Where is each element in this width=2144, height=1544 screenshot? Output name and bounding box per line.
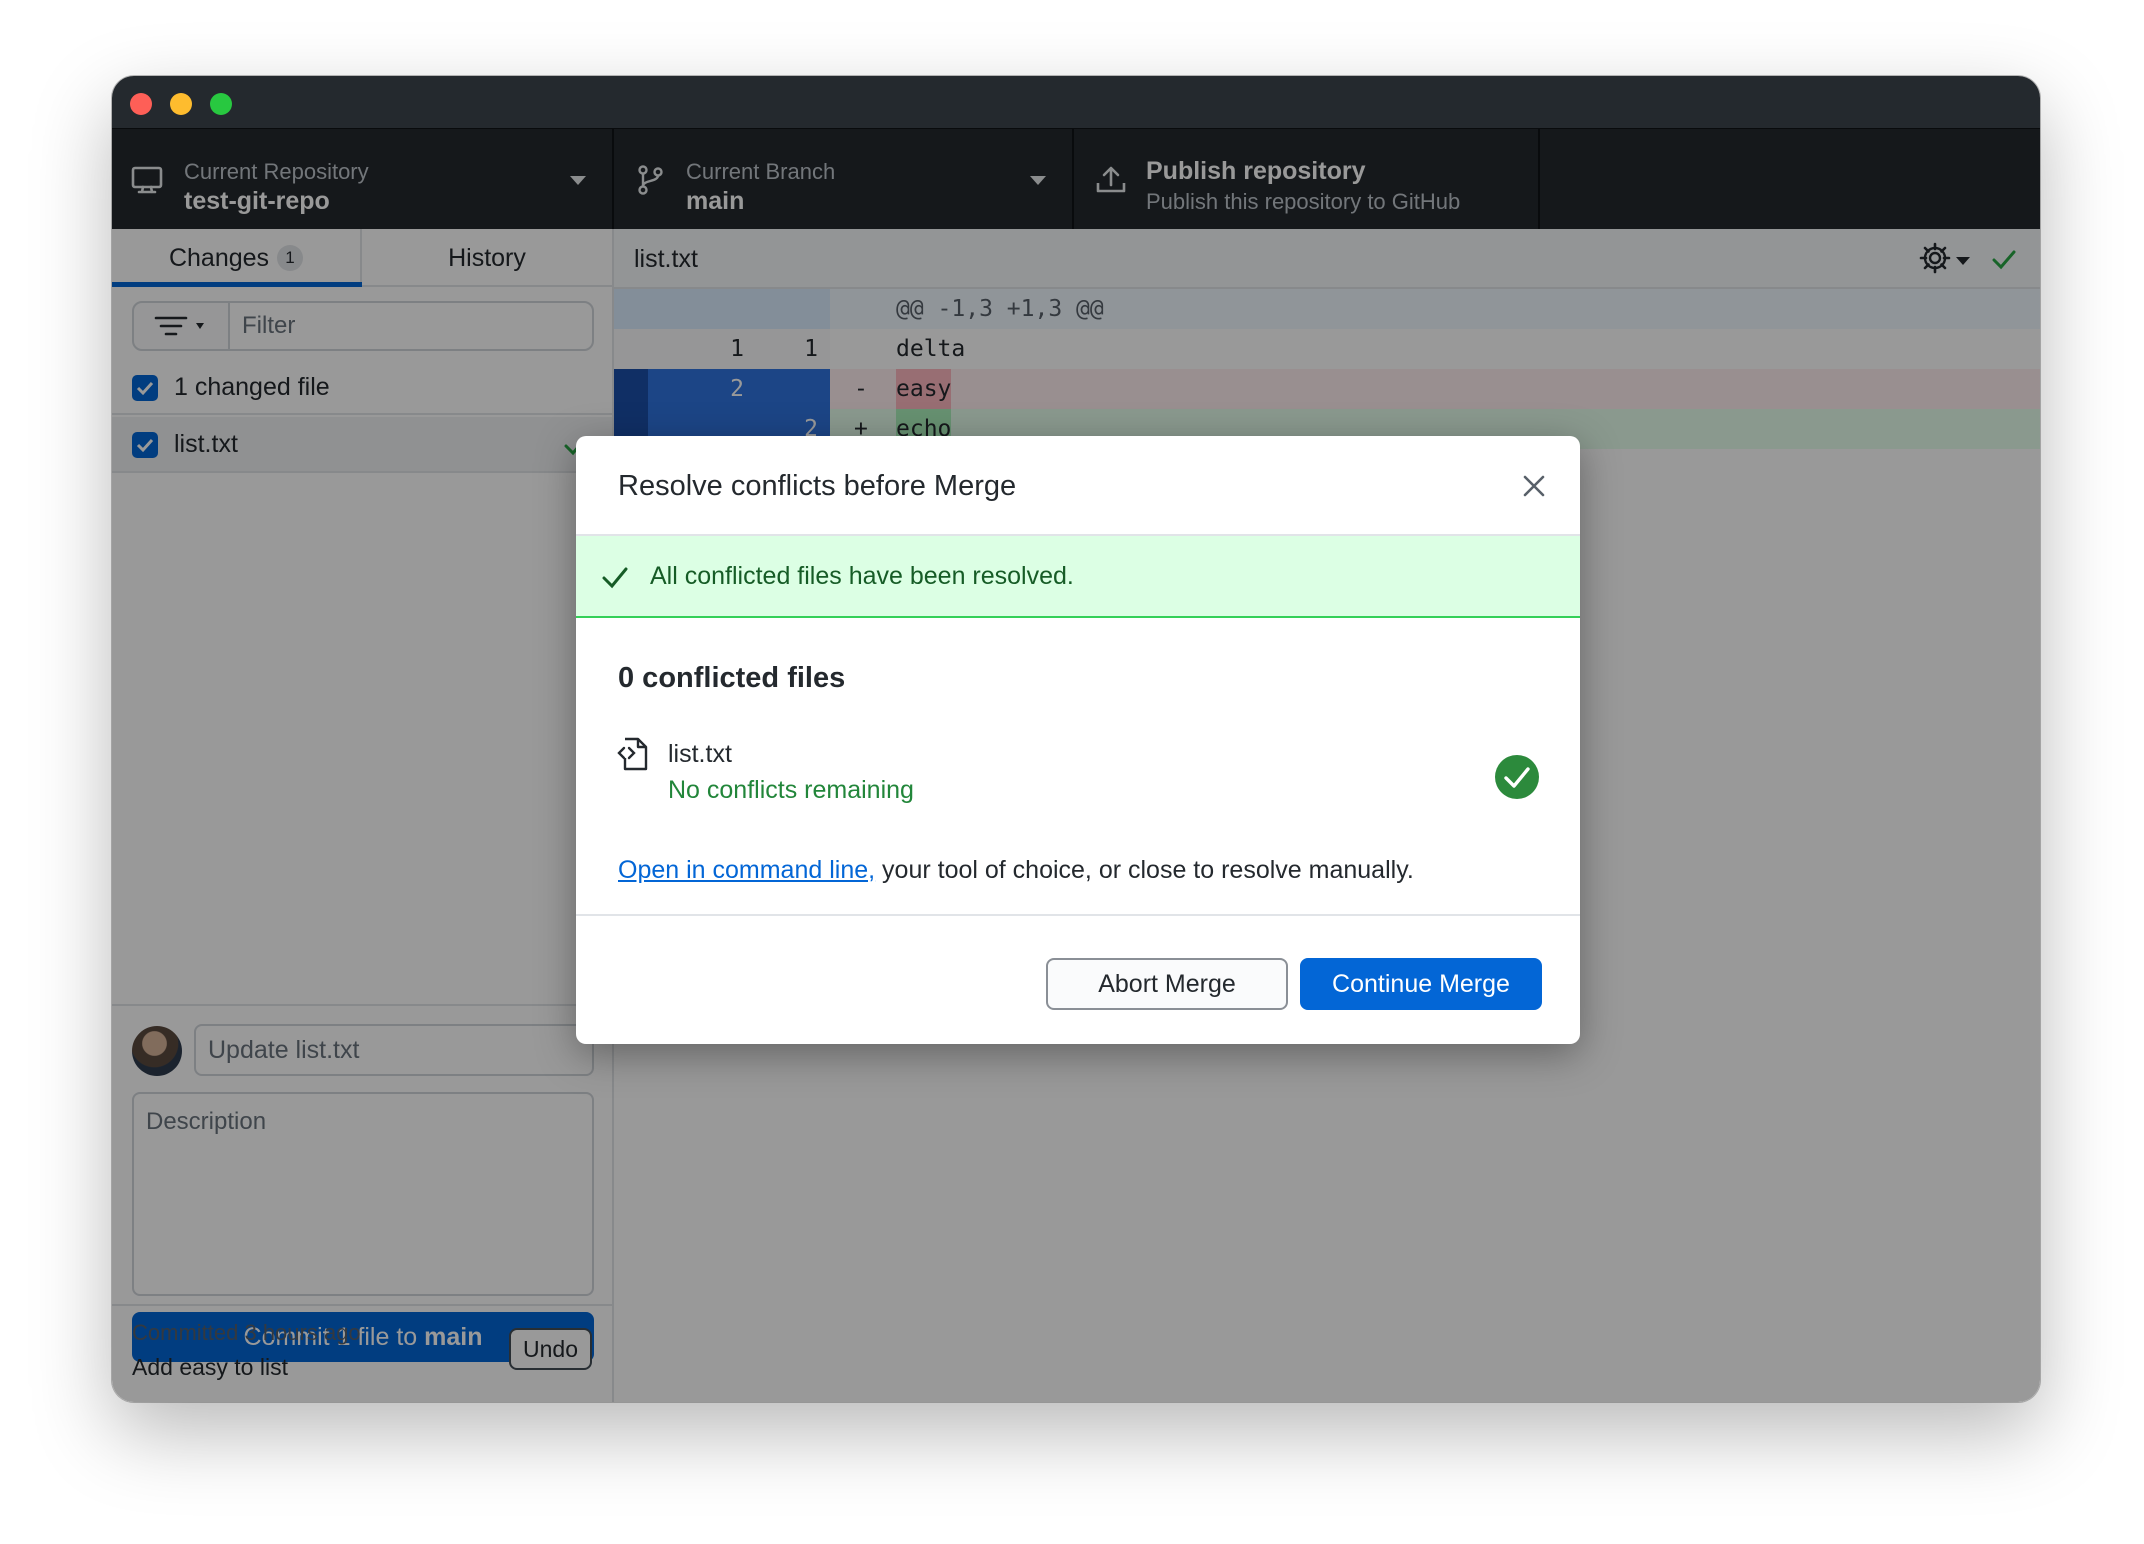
- resolve-hint-text: your tool of choice, or close to resolve…: [875, 856, 1414, 884]
- zoom-window-button[interactable]: [210, 93, 232, 115]
- dialog-footer: Abort Merge Continue Merge: [576, 914, 1580, 1044]
- resolve-conflicts-dialog: Resolve conflicts before Merge All confl…: [576, 436, 1580, 1044]
- conflict-file-status: No conflicts remaining: [668, 776, 914, 804]
- abort-merge-button[interactable]: Abort Merge: [1046, 958, 1288, 1010]
- check-circle-icon: [1495, 755, 1539, 799]
- resolved-banner-text: All conflicted files have been resolved.: [650, 562, 1074, 590]
- dialog-title: Resolve conflicts before Merge: [618, 470, 1017, 502]
- minimize-window-button[interactable]: [170, 93, 192, 115]
- resolved-banner: All conflicted files have been resolved.: [576, 536, 1580, 618]
- conflicted-files-count: 0 conflicted files: [618, 662, 846, 694]
- open-command-line-link[interactable]: Open in command line,: [618, 856, 875, 884]
- title-bar: [112, 76, 2040, 128]
- resolve-hint: Open in command line, your tool of choic…: [618, 856, 1414, 885]
- conflict-file-name: list.txt: [668, 740, 732, 768]
- app-window: Current Repository test-git-repo Current…: [112, 76, 2040, 1402]
- check-icon: [602, 567, 628, 589]
- dialog-header: Resolve conflicts before Merge: [576, 436, 1580, 536]
- close-icon[interactable]: [1522, 474, 1546, 498]
- close-window-button[interactable]: [130, 93, 152, 115]
- continue-merge-button[interactable]: Continue Merge: [1300, 958, 1542, 1010]
- file-code-icon: [617, 737, 648, 771]
